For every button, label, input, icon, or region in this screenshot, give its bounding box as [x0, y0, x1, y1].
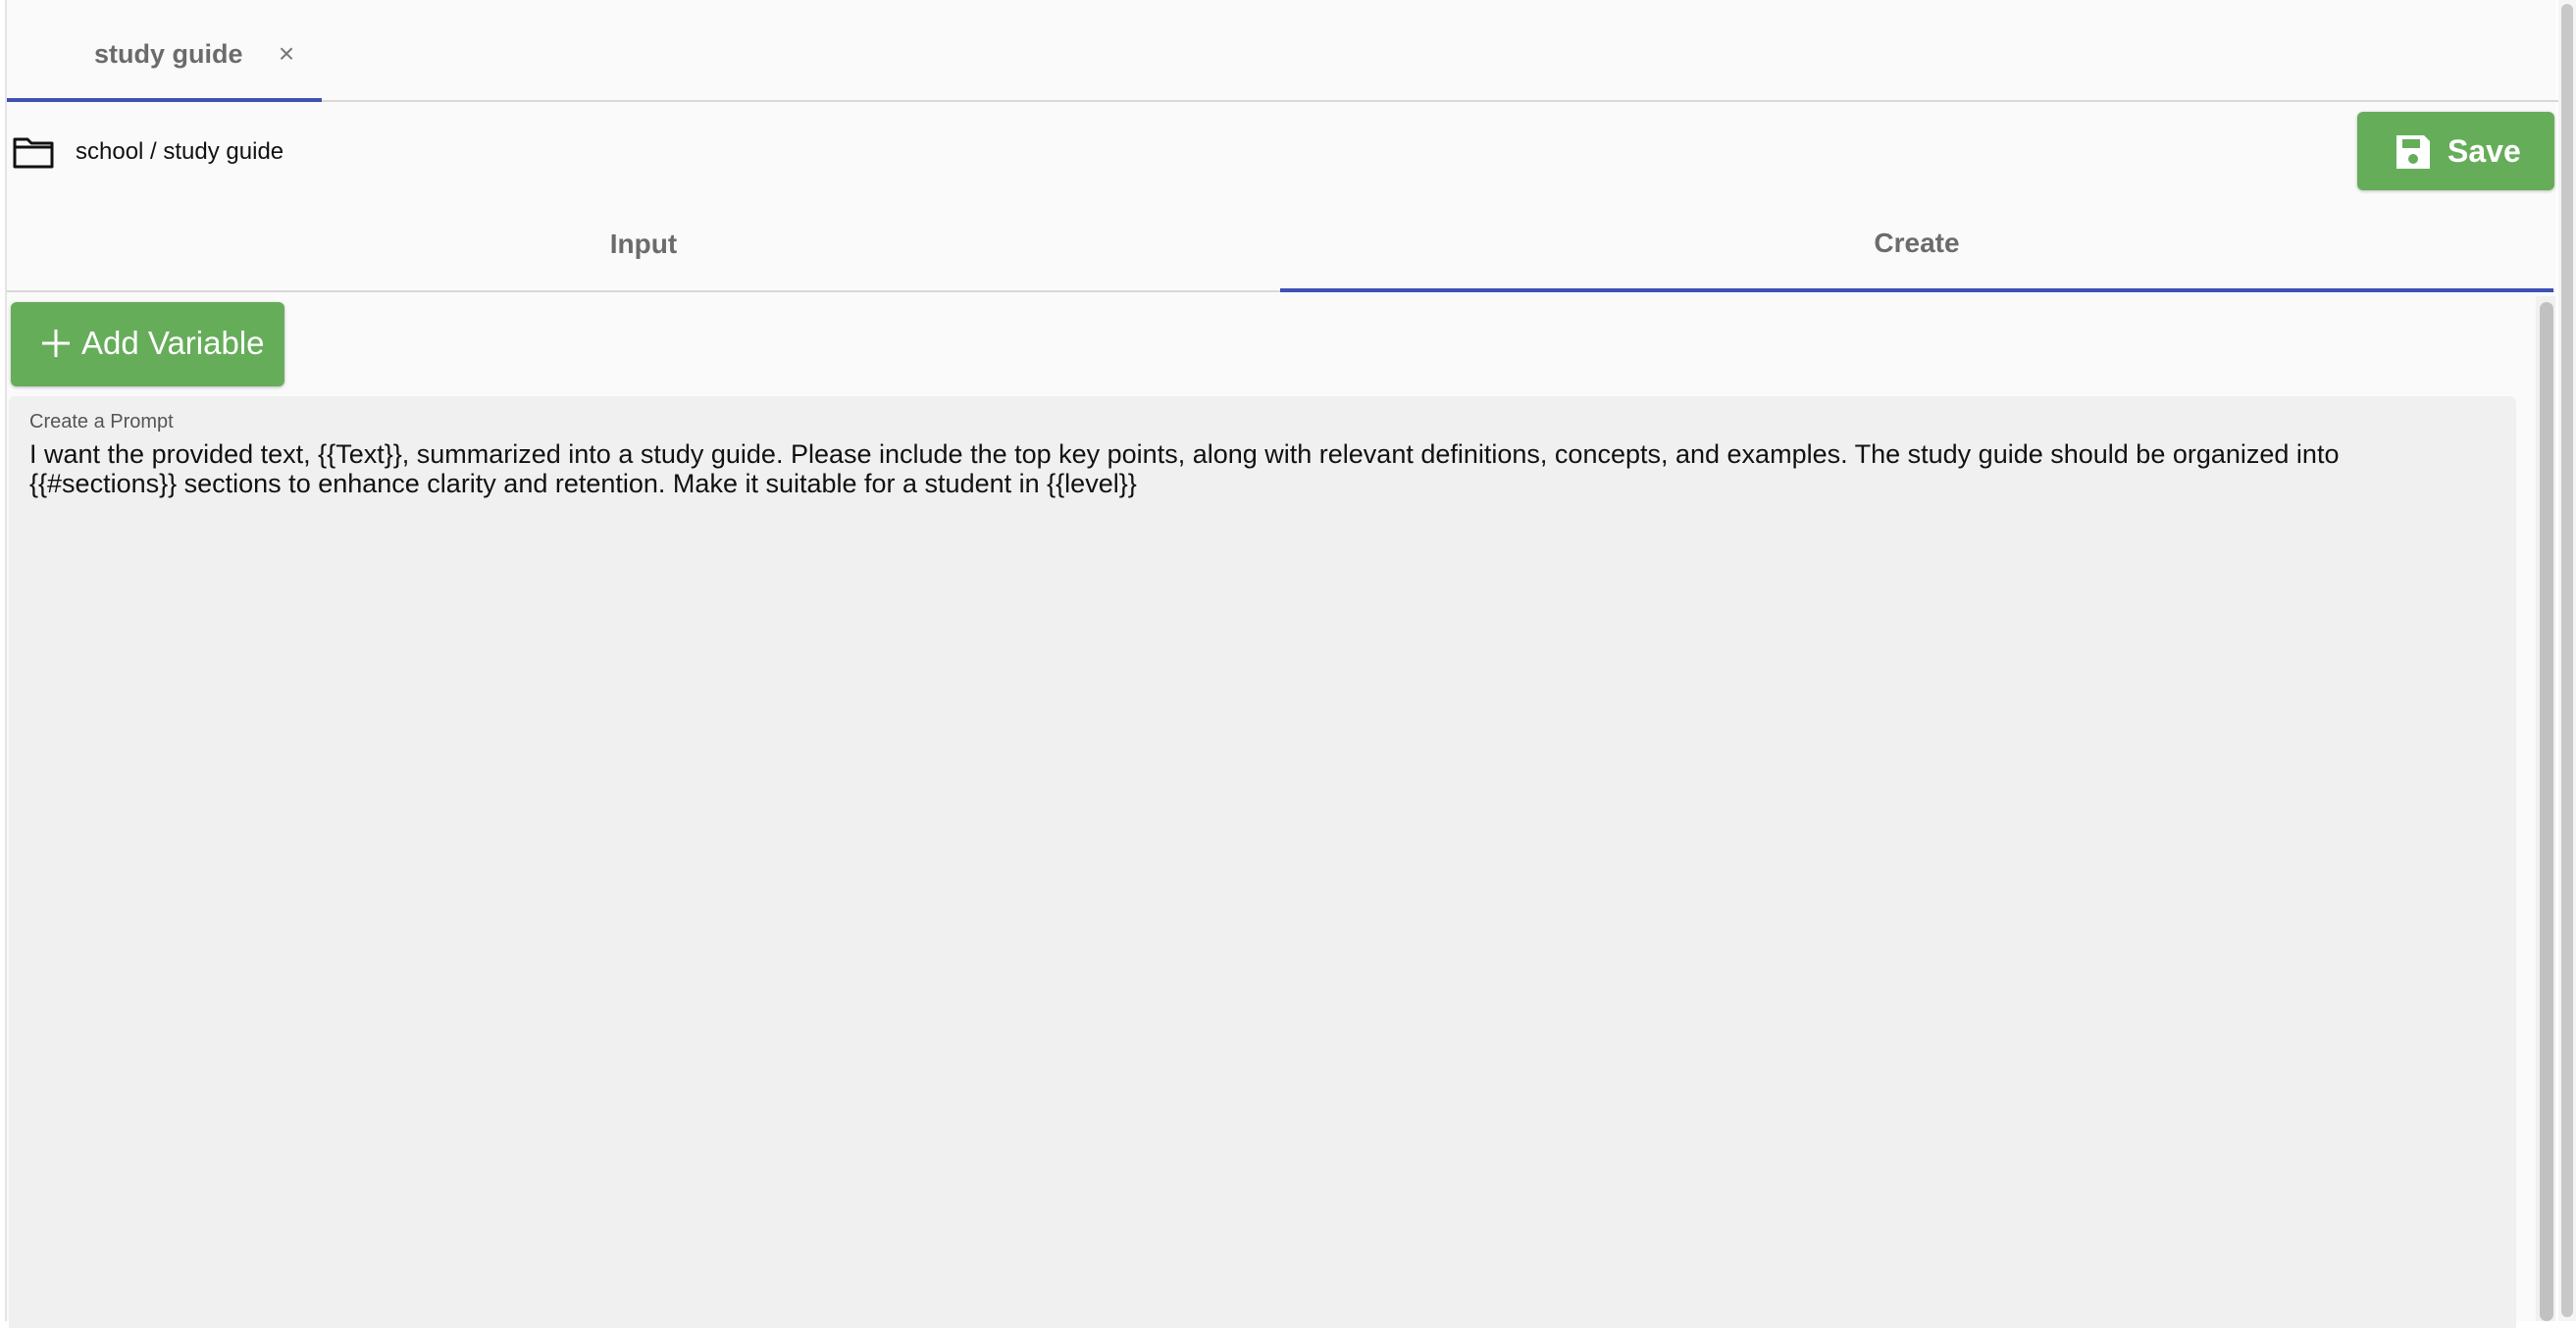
floppy-disk-icon [2396, 135, 2430, 169]
folder-icon [13, 137, 54, 169]
prompt-field-label: Create a Prompt [29, 411, 174, 433]
save-button[interactable]: Save [2357, 112, 2554, 190]
window-scrollbar-thumb[interactable] [2561, 4, 2573, 1317]
tab-input[interactable]: Input [7, 196, 1280, 292]
create-panel: Add Variable Create a Prompt I want the … [7, 292, 2532, 1328]
add-variable-button[interactable]: Add Variable [11, 302, 284, 386]
prompt-field[interactable]: Create a Prompt I want the provided text… [9, 396, 2516, 1328]
scrollbar-thumb[interactable] [2540, 302, 2553, 1321]
save-label: Save [2447, 133, 2521, 169]
window-scrollbar[interactable] [2558, 0, 2576, 1321]
path-bar: school / study guide Save [7, 102, 2558, 196]
tab-create[interactable]: Create [1280, 196, 2553, 292]
mode-tab-bar: Input Create [7, 196, 2554, 292]
plus-icon [42, 330, 70, 357]
breadcrumb: school / study guide [76, 138, 284, 165]
content-scrollbar[interactable] [2536, 296, 2555, 1321]
document-tab-study-guide[interactable]: study guide × [7, 0, 322, 102]
app-window: study guide × school / study guide Save … [5, 0, 2558, 1328]
document-tab-bar: study guide × [7, 0, 2558, 102]
close-icon[interactable]: × [270, 37, 303, 71]
prompt-textarea[interactable]: I want the provided text, {{Text}}, summ… [29, 439, 2482, 498]
add-variable-label: Add Variable [81, 325, 265, 361]
document-tab-label: study guide [94, 39, 243, 69]
